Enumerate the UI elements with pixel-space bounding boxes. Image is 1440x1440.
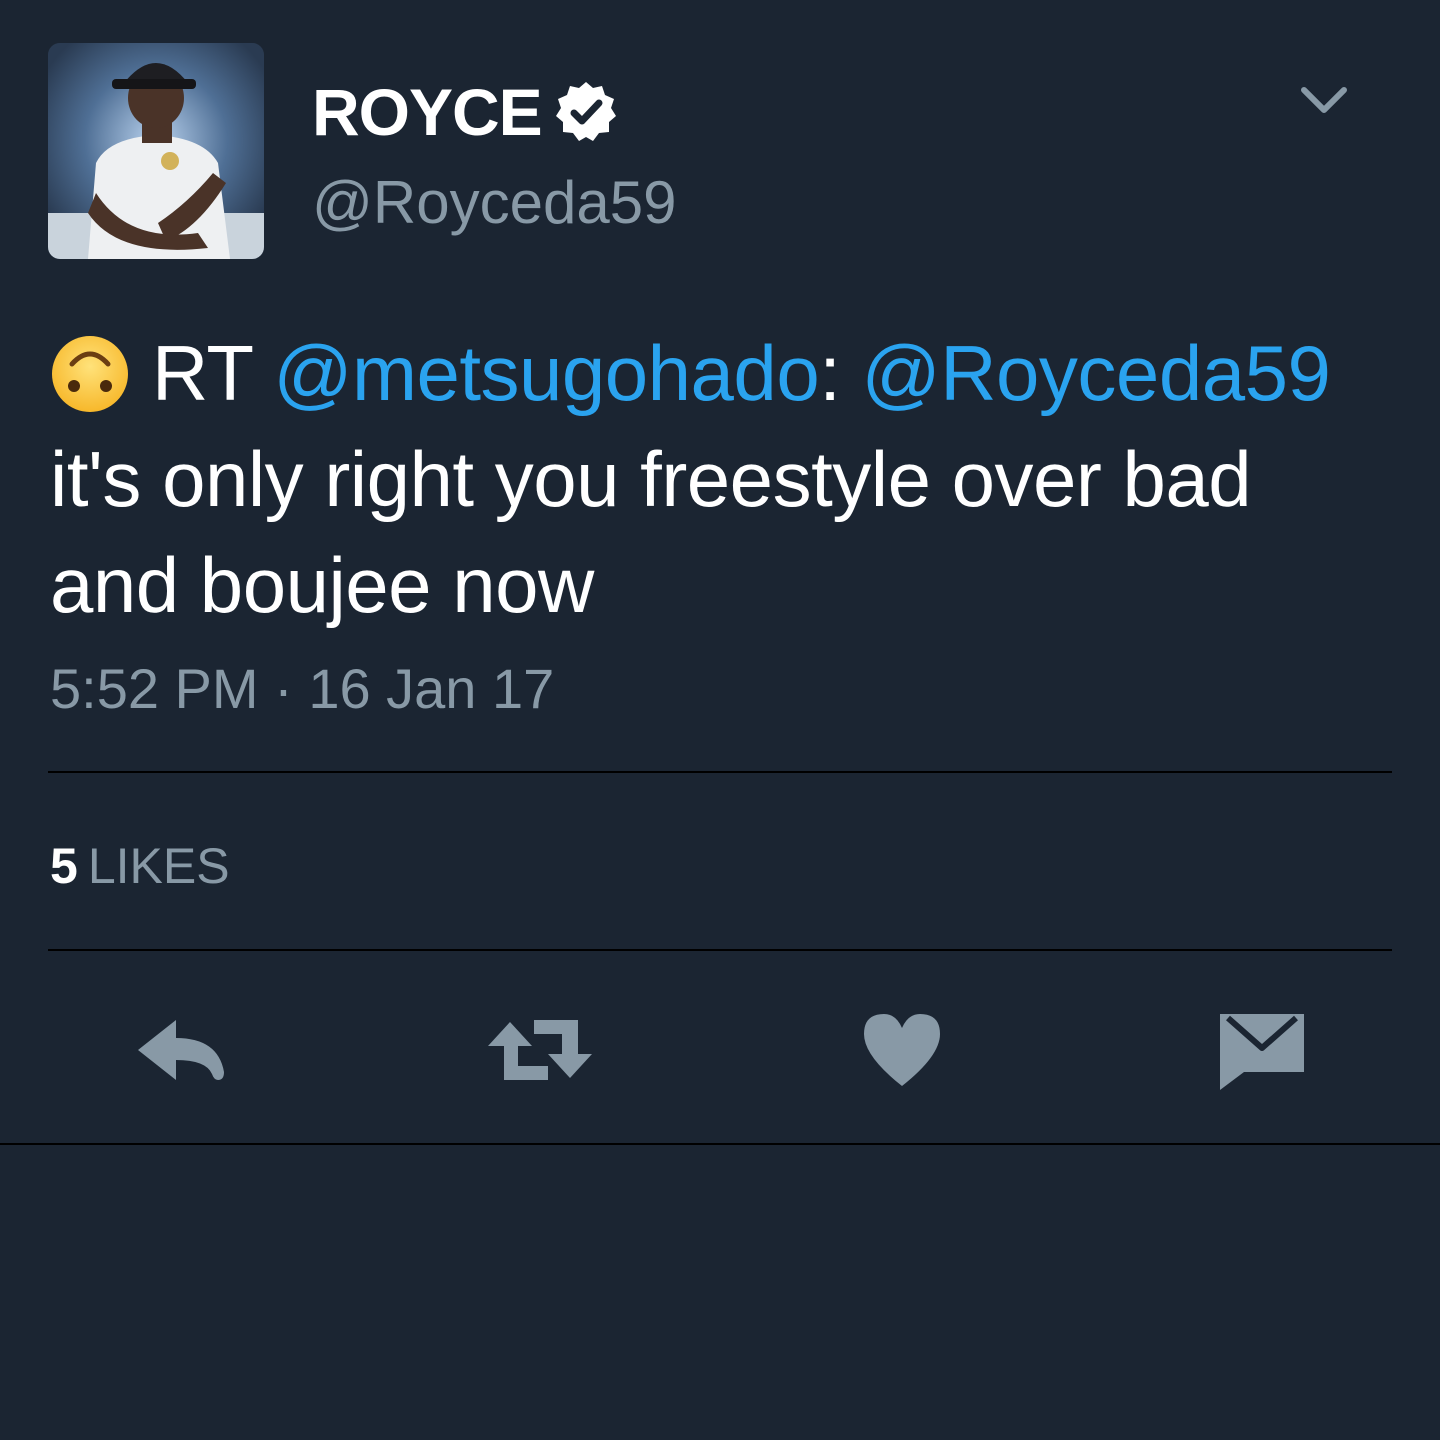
envelope-icon — [1220, 1014, 1304, 1090]
upside-down-face-icon — [50, 334, 130, 414]
like-button[interactable] — [858, 1004, 958, 1096]
retweet-button[interactable] — [486, 1004, 592, 1096]
mention-link[interactable]: @Royceda59 — [862, 329, 1331, 417]
likes-count: 5 — [50, 838, 78, 894]
likes-label: LIKES — [87, 838, 230, 894]
reply-button[interactable] — [132, 1004, 232, 1096]
chevron-down-icon[interactable] — [1298, 80, 1350, 120]
direct-message-button[interactable] — [1214, 1004, 1314, 1096]
likes-stat[interactable]: 5 LIKES — [50, 836, 230, 896]
avatar[interactable] — [48, 43, 264, 259]
mention-link[interactable]: @metsugohado — [273, 329, 819, 417]
mention-colon: : — [819, 329, 841, 417]
user-handle[interactable]: @Royceda59 — [312, 168, 676, 238]
divider — [48, 771, 1392, 773]
divider — [48, 949, 1392, 951]
display-name: ROYCE — [312, 75, 543, 149]
display-name-row[interactable]: ROYCE — [312, 72, 618, 152]
tweet-timestamp: 5:52 PM · 16 Jan 17 — [50, 657, 555, 720]
retweet-prefix: RT — [152, 329, 253, 417]
retweet-icon — [488, 1020, 592, 1080]
tweet-detail-screen: ROYCE @Royceda59 RT @metsugohado: @Royce… — [0, 0, 1440, 1440]
avatar-image — [48, 43, 264, 259]
tweet-text: RT @metsugohado: @Royceda59 it's only ri… — [50, 320, 1400, 638]
heart-icon — [864, 1014, 940, 1086]
tweet-body: it's only right you freestyle over bad a… — [50, 435, 1252, 629]
verified-badge-icon — [554, 80, 618, 144]
reply-icon — [138, 1020, 224, 1080]
divider — [0, 1143, 1440, 1145]
